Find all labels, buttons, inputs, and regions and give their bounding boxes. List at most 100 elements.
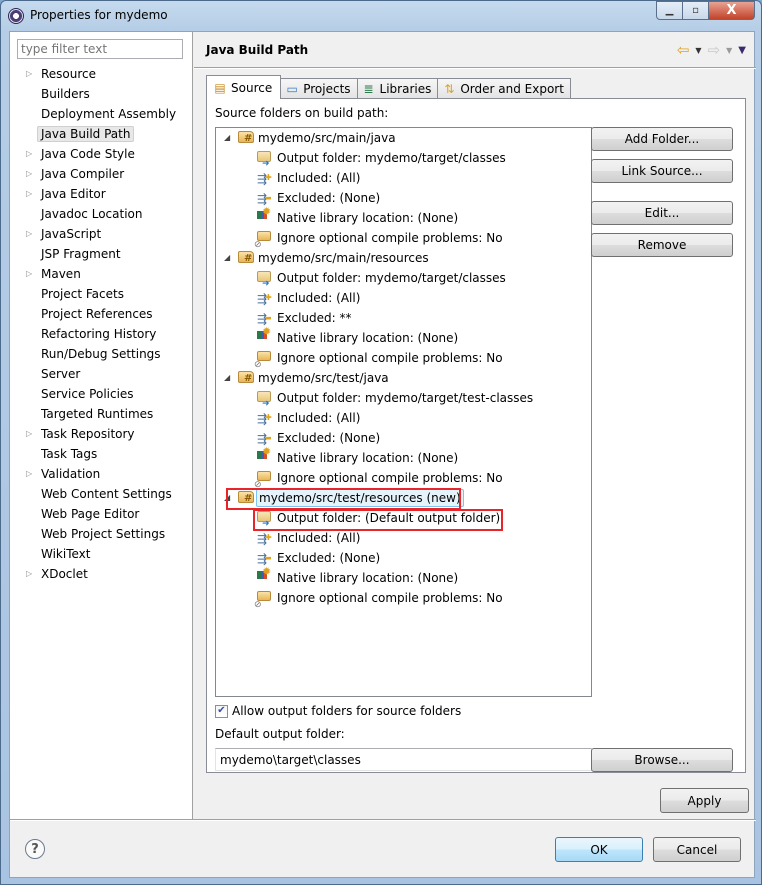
sidebar-item-validation[interactable]: ▷ Validation xyxy=(10,464,192,484)
expand-arrow-icon[interactable]: ▷ xyxy=(26,64,36,84)
expand-arrow-icon[interactable]: ▷ xyxy=(26,564,36,584)
expand-arrow-icon[interactable]: ▷ xyxy=(26,184,36,204)
source-folder-attribute-row[interactable]: Native library location: (None) xyxy=(216,442,591,468)
sidebar-item-web-project-settings[interactable]: Web Project Settings xyxy=(10,524,192,544)
source-folder-attribute-row[interactable]: Excluded: (None) xyxy=(216,428,591,449)
allow-output-folders-option[interactable]: ✔ Allow output folders for source folder… xyxy=(215,704,461,718)
sidebar-item-task-repository[interactable]: ▷ Task Repository xyxy=(10,424,192,444)
source-folder-row[interactable]: ◢ mydemo/src/test/resources (new) xyxy=(216,488,591,509)
edit-button[interactable]: Edit... xyxy=(591,201,733,225)
sidebar-item-deployment-assembly[interactable]: Deployment Assembly xyxy=(10,104,192,124)
allow-output-folders-checkbox[interactable]: ✔ xyxy=(215,704,228,718)
source-folder-attribute-row[interactable]: Included: (All) xyxy=(216,528,591,549)
sidebar-item-label: WikiText xyxy=(41,547,91,561)
source-folder-row[interactable]: ◢ mydemo/src/test/java xyxy=(216,368,591,389)
expand-arrow-icon[interactable]: ▷ xyxy=(26,164,36,184)
add-folder-button[interactable]: Add Folder... xyxy=(591,127,733,151)
tab-order-and-export[interactable]: ⇅ Order and Export xyxy=(437,78,571,99)
sidebar-item-targeted-runtimes[interactable]: Targeted Runtimes xyxy=(10,404,192,424)
source-folder-attribute-row[interactable]: Included: (All) xyxy=(216,408,591,429)
maximize-button[interactable]: ▫ xyxy=(683,1,709,20)
collapse-arrow-icon[interactable]: ◢ xyxy=(224,368,230,388)
sidebar-item-task-tags[interactable]: Task Tags xyxy=(10,444,192,464)
source-folder-attribute-row[interactable]: Output folder: mydemo/target/classes xyxy=(216,148,591,174)
sidebar-item-project-references[interactable]: Project References xyxy=(10,304,192,324)
property-pages-pane: ▷ Resource Builders Deployment Assembly Java… xyxy=(10,32,193,819)
default-output-folder-field[interactable] xyxy=(215,748,592,771)
title-separator xyxy=(194,67,756,69)
source-folder-attribute-row[interactable]: Excluded: (None) xyxy=(216,188,591,209)
sidebar-item-server[interactable]: Server xyxy=(10,364,192,384)
close-button[interactable]: X xyxy=(709,1,755,20)
ignore-problems-icon xyxy=(254,231,271,255)
sidebar-item-maven[interactable]: ▷ Maven xyxy=(10,264,192,284)
source-folder-attribute-row[interactable]: Ignore optional compile problems: No xyxy=(216,228,591,255)
expand-arrow-icon[interactable]: ▷ xyxy=(26,464,36,484)
source-folder-row[interactable]: ◢ mydemo/src/main/java xyxy=(216,128,591,149)
sidebar-item-xdoclet[interactable]: ▷ XDoclet xyxy=(10,564,192,584)
source-folder-attribute-row[interactable]: Ignore optional compile problems: No xyxy=(216,588,591,615)
sidebar-item-web-page-editor[interactable]: Web Page Editor xyxy=(10,504,192,524)
ok-button[interactable]: OK xyxy=(555,837,643,862)
sidebar-item-java-compiler[interactable]: ▷ Java Compiler xyxy=(10,164,192,184)
sidebar-item-jsp-fragment[interactable]: JSP Fragment xyxy=(10,244,192,264)
sidebar-item-web-content-settings[interactable]: Web Content Settings xyxy=(10,484,192,504)
sidebar-item-builders[interactable]: Builders xyxy=(10,84,192,104)
expand-arrow-icon[interactable]: ▷ xyxy=(26,264,36,284)
expand-arrow-icon[interactable]: ▷ xyxy=(26,424,36,444)
collapse-arrow-icon[interactable]: ◢ xyxy=(224,488,230,508)
view-menu-icon[interactable]: ▼ xyxy=(738,45,746,56)
back-history-dropdown-icon[interactable]: ▼ xyxy=(695,46,701,55)
sidebar-item-javadoc-location[interactable]: Javadoc Location xyxy=(10,204,192,224)
forward-arrow-icon[interactable]: ⇨ xyxy=(708,43,721,58)
sidebar-item-run-debug-settings[interactable]: Run/Debug Settings xyxy=(10,344,192,364)
sidebar-item-label: Refactoring History xyxy=(41,327,157,341)
source-folder-attribute-row[interactable]: Native library location: (None) xyxy=(216,202,591,228)
apply-button[interactable]: Apply xyxy=(660,788,749,813)
source-folder-attribute-row[interactable]: Output folder: (Default output folder) xyxy=(216,508,591,534)
expand-arrow-icon[interactable]: ▷ xyxy=(26,144,36,164)
source-folder-attribute-row[interactable]: Native library location: (None) xyxy=(216,322,591,348)
libraries-icon: ≣ xyxy=(363,82,374,96)
source-folder-attribute-row[interactable]: Excluded: ** xyxy=(216,308,591,329)
sidebar-item-label: Web Content Settings xyxy=(41,487,172,501)
sidebar-item-wikitext[interactable]: WikiText xyxy=(10,544,192,564)
tab-source[interactable]: ▤ Source xyxy=(206,75,282,99)
title-bar[interactable]: Properties for mydemo ▁ ▫ X xyxy=(1,1,761,31)
source-folder-attribute-row[interactable]: Ignore optional compile problems: No xyxy=(216,468,591,495)
sidebar-item-java-code-style[interactable]: ▷ Java Code Style xyxy=(10,144,192,164)
browse-button[interactable]: Browse... xyxy=(591,748,733,772)
sidebar-item-service-policies[interactable]: Service Policies xyxy=(10,384,192,404)
collapse-arrow-icon[interactable]: ◢ xyxy=(224,128,230,148)
filter-input[interactable] xyxy=(17,39,183,59)
link-source-button[interactable]: Link Source... xyxy=(591,159,733,183)
forward-history-dropdown-icon[interactable]: ▼ xyxy=(726,46,732,55)
back-arrow-icon[interactable]: ⇦ xyxy=(677,43,690,58)
source-folder-attribute-row[interactable]: Ignore optional compile problems: No xyxy=(216,348,591,375)
source-folders-tree[interactable]: ◢ mydemo/src/main/java Output folder: myde… xyxy=(215,127,592,697)
sidebar-item-refactoring-history[interactable]: Refactoring History xyxy=(10,324,192,344)
source-folder-attribute-row[interactable]: Output folder: mydemo/target/test-classe… xyxy=(216,388,591,414)
properties-dialog: Properties for mydemo ▁ ▫ X ▷ Resource Bui… xyxy=(0,0,762,885)
sidebar-item-resource[interactable]: ▷ Resource xyxy=(10,64,192,84)
source-folder-attribute-row[interactable]: Native library location: (None) xyxy=(216,562,591,588)
sidebar-item-label: Project References xyxy=(41,307,153,321)
source-folder-attribute-row[interactable]: Included: (All) xyxy=(216,168,591,189)
minimize-button[interactable]: ▁ xyxy=(656,1,683,20)
cancel-button[interactable]: Cancel xyxy=(653,837,741,862)
collapse-arrow-icon[interactable]: ◢ xyxy=(224,248,230,268)
remove-button[interactable]: Remove xyxy=(591,233,733,257)
tab-projects[interactable]: ▭ Projects xyxy=(280,78,358,99)
attribute-label: Output folder: (Default output folder) xyxy=(277,511,501,525)
sidebar-item-javascript[interactable]: ▷ JavaScript xyxy=(10,224,192,244)
source-folder-row[interactable]: ◢ mydemo/src/main/resources xyxy=(216,248,591,269)
sidebar-item-java-editor[interactable]: ▷ Java Editor xyxy=(10,184,192,204)
sidebar-item-java-build-path[interactable]: Java Build Path xyxy=(10,124,192,144)
sidebar-item-project-facets[interactable]: Project Facets xyxy=(10,284,192,304)
help-button[interactable]: ? xyxy=(25,839,45,859)
source-folder-attribute-row[interactable]: Output folder: mydemo/target/classes xyxy=(216,268,591,294)
source-folder-attribute-row[interactable]: Excluded: (None) xyxy=(216,548,591,569)
source-folder-attribute-row[interactable]: Included: (All) xyxy=(216,288,591,309)
expand-arrow-icon[interactable]: ▷ xyxy=(26,224,36,244)
tab-libraries[interactable]: ≣ Libraries xyxy=(356,78,439,99)
